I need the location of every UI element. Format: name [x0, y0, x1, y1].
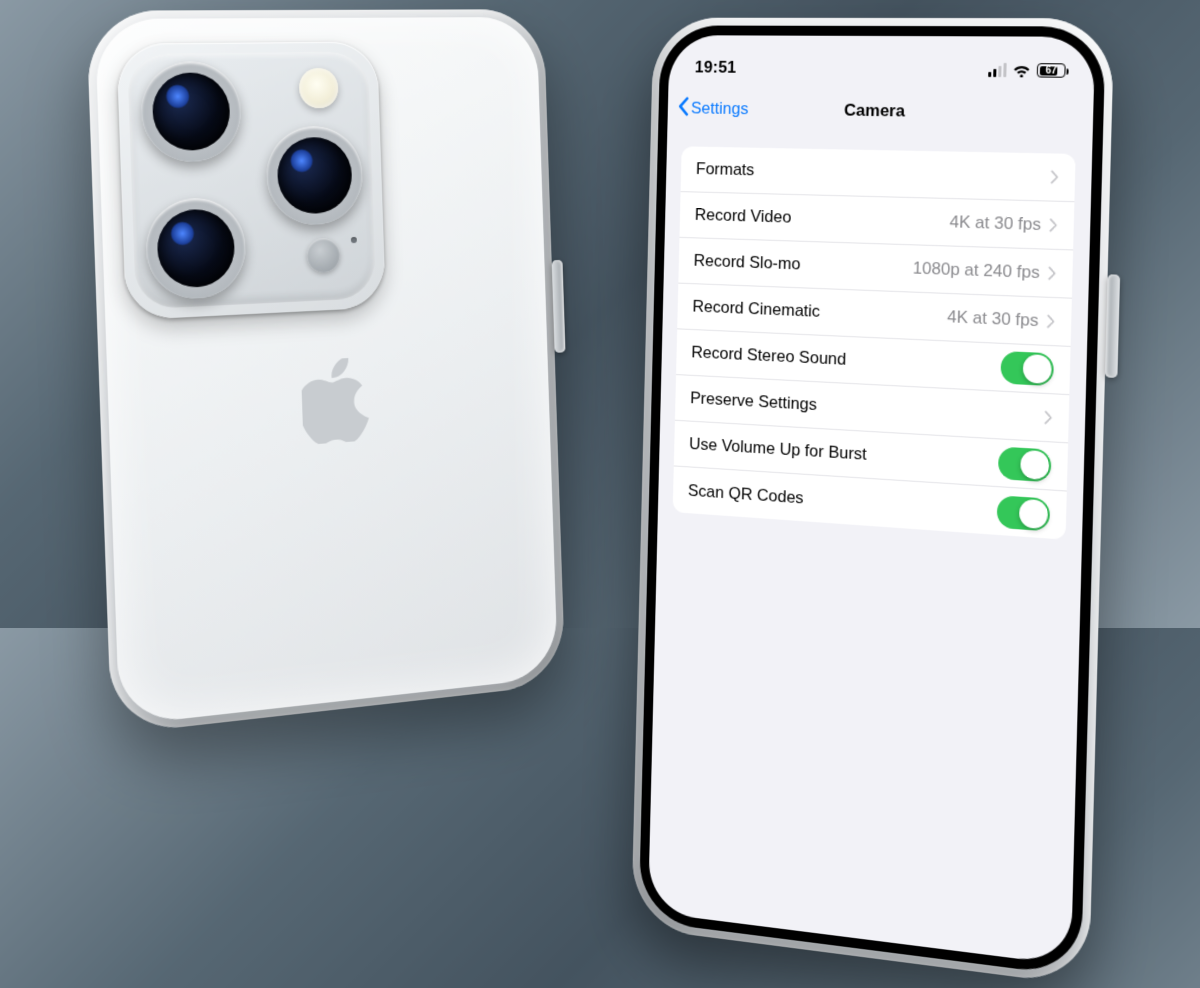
battery-percent: 67 [1045, 65, 1057, 76]
row-label: Record Cinematic [692, 297, 820, 322]
row-label: Use Volume Up for Burst [689, 434, 867, 464]
toggle-switch[interactable] [997, 495, 1051, 531]
page-title: Camera [844, 101, 905, 122]
phone-screen: 19:51 67 Settings Camera [648, 35, 1095, 965]
settings-list: Formats Record Video 4K at 30 fps Record… [673, 146, 1076, 539]
iphone-front-view: 19:51 67 Settings Camera [631, 18, 1114, 987]
chevron-left-icon [677, 96, 690, 121]
cellular-signal-icon [988, 63, 1007, 77]
camera-lens-icon [265, 125, 364, 226]
row-label: Record Video [695, 205, 792, 227]
camera-module [116, 42, 386, 321]
row-label: Formats [696, 159, 755, 180]
back-button[interactable]: Settings [677, 96, 749, 121]
row-value: 4K at 30 fps [947, 307, 1039, 331]
chevron-right-icon [1049, 218, 1058, 233]
row-value: 1080p at 240 fps [913, 258, 1040, 283]
iphone-back-view [86, 9, 565, 735]
row-label: Record Stereo Sound [691, 343, 846, 370]
row-label: Scan QR Codes [688, 481, 804, 508]
status-time: 19:51 [695, 58, 737, 78]
microphone-dot-icon [351, 237, 357, 243]
apple-logo-icon [301, 357, 372, 445]
lidar-sensor-icon [306, 238, 340, 273]
toggle-switch[interactable] [1000, 351, 1054, 386]
wifi-icon [1012, 63, 1031, 77]
chevron-right-icon [1046, 314, 1055, 329]
toggle-switch[interactable] [998, 446, 1052, 482]
row-label: Record Slo-mo [693, 251, 800, 274]
status-bar: 19:51 67 [668, 35, 1095, 90]
camera-lens-icon [140, 61, 243, 163]
battery-indicator: 67 [1037, 63, 1066, 78]
row-label: Preserve Settings [690, 388, 817, 415]
camera-lens-icon [145, 197, 248, 301]
row-value: 4K at 30 fps [949, 212, 1041, 235]
side-button [552, 260, 566, 353]
back-label: Settings [691, 99, 749, 119]
side-button [1105, 274, 1120, 378]
chevron-right-icon [1044, 410, 1053, 425]
nav-bar: Settings Camera [667, 86, 1093, 138]
chevron-right-icon [1048, 266, 1057, 281]
flash-icon [299, 68, 339, 109]
chevron-right-icon [1050, 170, 1059, 185]
